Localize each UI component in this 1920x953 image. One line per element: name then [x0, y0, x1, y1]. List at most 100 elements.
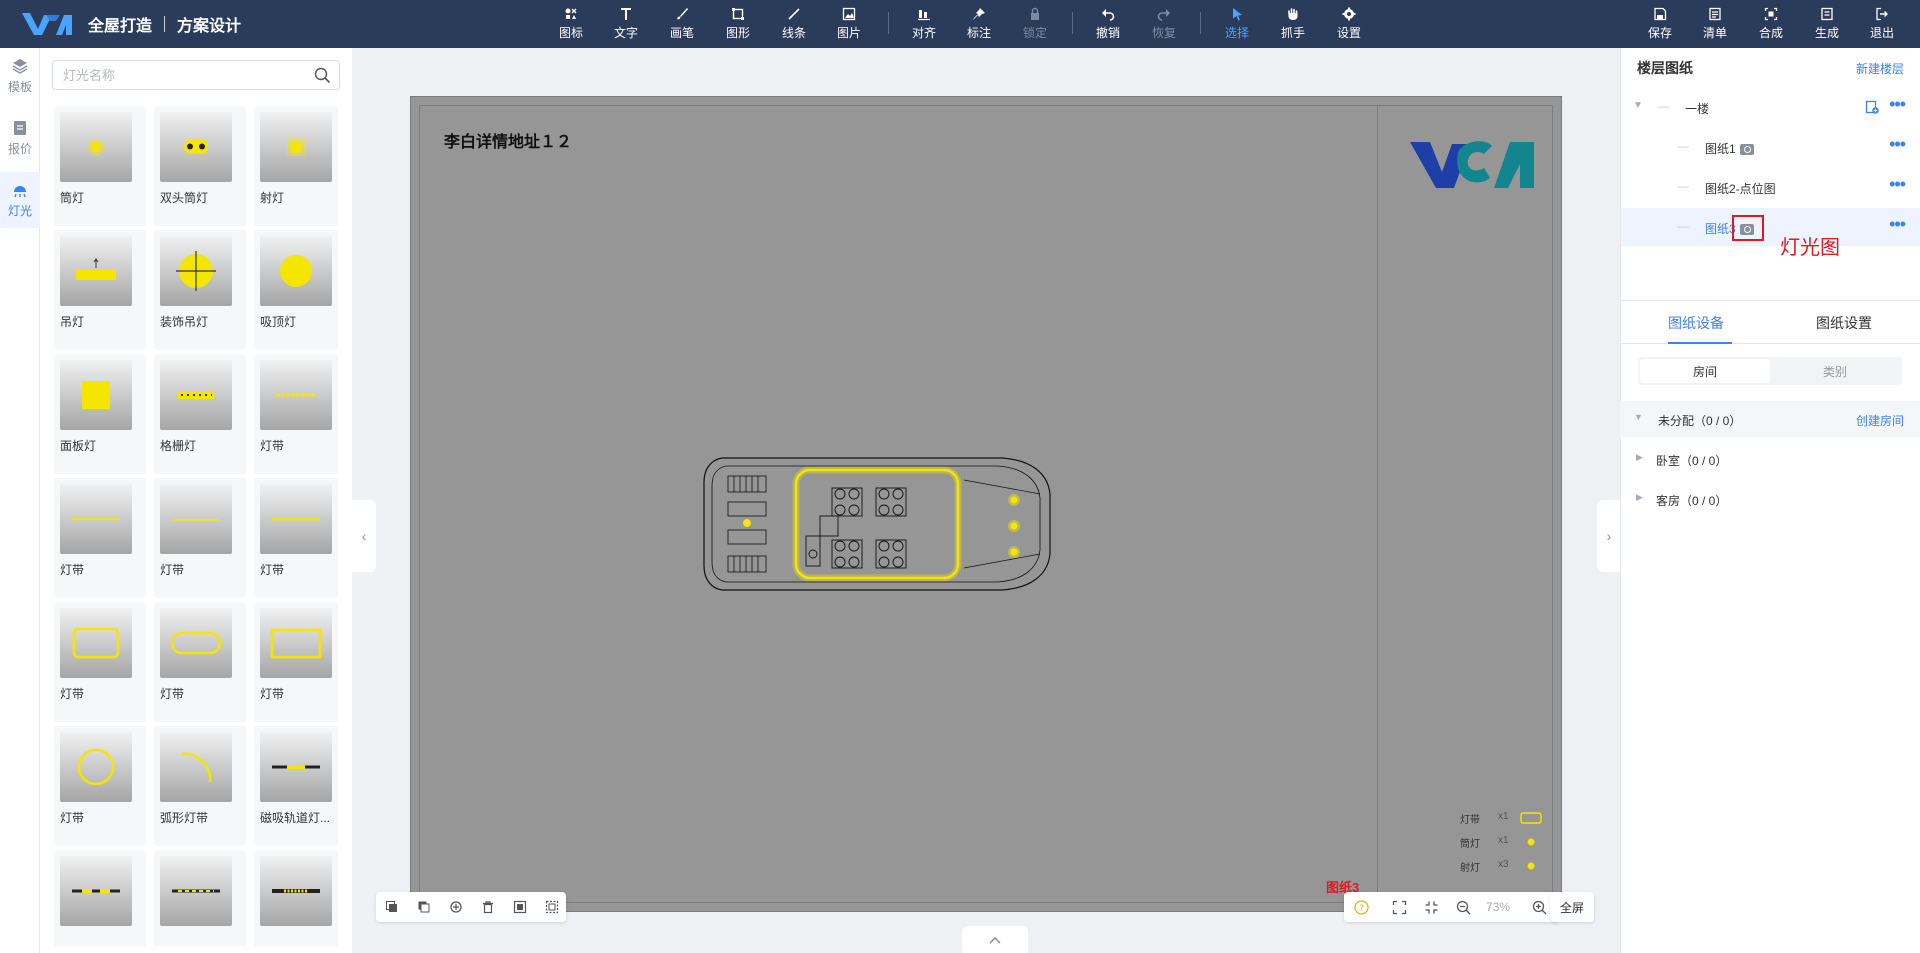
camera-icon[interactable] [1739, 144, 1754, 156]
tool-settings-button[interactable]: 设置 [1327, 0, 1371, 48]
sheet-row[interactable]: — 图纸2-点位图 ••• [1621, 168, 1920, 206]
more-icon[interactable]: ••• [1889, 134, 1906, 155]
expand-bottom-panel-button[interactable] [962, 926, 1028, 953]
light-item-double-downlight[interactable]: 双头筒灯 [154, 106, 246, 226]
light-item-panel-light[interactable]: 面板灯 [54, 354, 146, 474]
room-row-unassigned[interactable]: ▼ 未分配（0 / 0） 创建房间 [1620, 401, 1920, 437]
tool-select-button[interactable]: 选择 [1215, 0, 1259, 48]
segment-room[interactable]: 房间 [1640, 359, 1770, 383]
more-icon[interactable]: ••• [1889, 94, 1906, 115]
light-item-label: 双头筒灯 [160, 191, 209, 205]
list-button[interactable]: 清单 [1693, 0, 1737, 48]
actual-size-icon [1425, 901, 1437, 913]
tool-line-button[interactable]: 线条 [772, 0, 816, 48]
create-room-button[interactable]: 创建房间 [1856, 412, 1904, 429]
trash-icon [483, 901, 493, 914]
light-item-grille-light[interactable]: 格栅灯 [154, 354, 246, 474]
action-label: 保存 [1647, 26, 1672, 40]
more-icon[interactable]: ••• [1889, 214, 1906, 235]
tool-text-button[interactable]: 文字 [604, 0, 648, 48]
light-item-arc-strip[interactable]: 弧形灯带 [154, 726, 246, 846]
tool-label: 恢复 [1151, 26, 1176, 40]
tool-align-button[interactable]: 对齐 [902, 0, 946, 48]
tool-redo-button[interactable]: 恢复 [1142, 0, 1186, 48]
light-item-strip[interactable]: 灯带 [154, 478, 246, 598]
company-logo-icon [1410, 141, 1534, 188]
help-button[interactable]: ? [1346, 892, 1376, 922]
light-item-track-light[interactable] [154, 850, 246, 946]
bring-to-front-button[interactable] [376, 892, 408, 922]
segment-category[interactable]: 类别 [1770, 359, 1900, 383]
tool-hand-button[interactable]: 抓手 [1271, 0, 1315, 48]
new-floor-button[interactable]: 新建楼层 [1856, 60, 1904, 77]
fullscreen-button[interactable]: 全屏 [1550, 892, 1594, 922]
rail-template[interactable]: 模板 [0, 48, 40, 104]
tool-icons-button[interactable]: 图标 [549, 0, 593, 48]
actual-size-button[interactable] [1416, 892, 1446, 922]
light-grid: 筒灯 双头筒灯 射灯 吊灯 装饰吊灯 吸顶灯 面板灯 格栅灯 灯带 灯带 灯带 … [54, 106, 338, 946]
rail-quote[interactable]: 报价 [0, 110, 40, 166]
light-item-label: 射灯 [260, 191, 285, 205]
delete-button[interactable] [472, 892, 504, 922]
rotate-button[interactable] [440, 892, 472, 922]
light-item-circle-strip[interactable]: 灯带 [54, 726, 146, 846]
search-input[interactable] [53, 61, 293, 89]
align-icon [918, 10, 930, 21]
light-item-downlight[interactable]: 筒灯 [54, 106, 146, 226]
generate-button[interactable]: 生成 [1805, 0, 1849, 48]
caret-right-icon[interactable]: ▶ [1636, 492, 1643, 503]
compose-button[interactable]: 合成 [1749, 0, 1793, 48]
grille-light-icon [160, 360, 232, 430]
tab-sheet-settings[interactable]: 图纸设置 [1816, 313, 1872, 333]
light-item-spotlight[interactable]: 射灯 [254, 106, 338, 226]
light-item-track-light[interactable]: 磁吸轨道灯... [254, 726, 338, 846]
zoom-out-button[interactable] [1448, 892, 1478, 922]
caret-down-icon[interactable]: ▼ [1634, 412, 1643, 422]
tool-label: 抓手 [1280, 26, 1305, 40]
caret-down-icon[interactable]: ▼ [1633, 100, 1643, 111]
floor-plan-drawing[interactable] [702, 454, 1054, 594]
ungroup-button[interactable] [536, 892, 568, 922]
room-name: 卧室（0 / 0） [1656, 454, 1728, 468]
add-sheet-icon[interactable] [1865, 100, 1879, 114]
send-to-back-button[interactable] [408, 892, 440, 922]
caret-right-icon[interactable]: ▶ [1636, 452, 1643, 463]
group-button[interactable] [504, 892, 536, 922]
light-item-ceiling-light[interactable]: 吸顶灯 [254, 230, 338, 350]
light-item-strip[interactable]: 灯带 [254, 478, 338, 598]
collapse-right-panel-button[interactable]: › [1597, 500, 1621, 572]
drawing-sheet[interactable]: 李白详情地址１２ 灯带 x1 筒灯 x1 射灯 x3 图纸3 [410, 96, 1562, 912]
light-item-strip[interactable]: 灯带 [54, 478, 146, 598]
tool-undo-button[interactable]: 撤销 [1086, 0, 1130, 48]
light-item-rounded-strip[interactable]: 灯带 [154, 602, 246, 722]
light-item-pendant[interactable]: 吊灯 [54, 230, 146, 350]
active-tab-indicator [1668, 342, 1732, 344]
spotlight-icon [260, 112, 332, 182]
exit-button[interactable]: 退出 [1860, 0, 1904, 48]
tool-image-button[interactable]: 图片 [827, 0, 871, 48]
sheet-row-selected[interactable]: — 图纸3 ••• [1621, 208, 1920, 246]
tool-shape-button[interactable]: 图形 [716, 0, 760, 48]
light-item-strip[interactable]: 灯带 [254, 354, 338, 474]
rail-light[interactable]: 灯光 [0, 172, 40, 228]
light-item-track-light[interactable] [54, 850, 146, 946]
light-item-rect-strip[interactable]: 灯带 [254, 602, 338, 722]
light-item-track-light[interactable] [254, 850, 338, 946]
more-icon[interactable]: ••• [1889, 174, 1906, 195]
tool-brush-button[interactable]: 画笔 [660, 0, 704, 48]
search-icon[interactable] [314, 67, 331, 84]
room-row-guestroom[interactable]: ▶ 客房（0 / 0） [1620, 481, 1920, 517]
annotation-label: 灯光图 [1780, 237, 1840, 259]
save-button[interactable]: 保存 [1638, 0, 1682, 48]
tab-sheet-devices[interactable]: 图纸设备 [1668, 313, 1724, 333]
fit-screen-button[interactable] [1384, 892, 1414, 922]
sheet-row[interactable]: — 图纸1 ••• [1621, 128, 1920, 166]
tool-annotate-button[interactable]: 标注 [957, 0, 1001, 48]
light-item-label: 灯带 [160, 563, 185, 577]
tool-lock-button[interactable]: 锁定 [1013, 0, 1057, 48]
light-item-rect-strip[interactable]: 灯带 [54, 602, 146, 722]
light-item-decor-pendant[interactable]: 装饰吊灯 [154, 230, 246, 350]
floor-row[interactable]: ▼ — 一楼 ••• [1621, 88, 1920, 126]
room-row-bedroom[interactable]: ▶ 卧室（0 / 0） [1620, 441, 1920, 477]
collapse-left-panel-button[interactable]: ‹ [352, 500, 376, 572]
